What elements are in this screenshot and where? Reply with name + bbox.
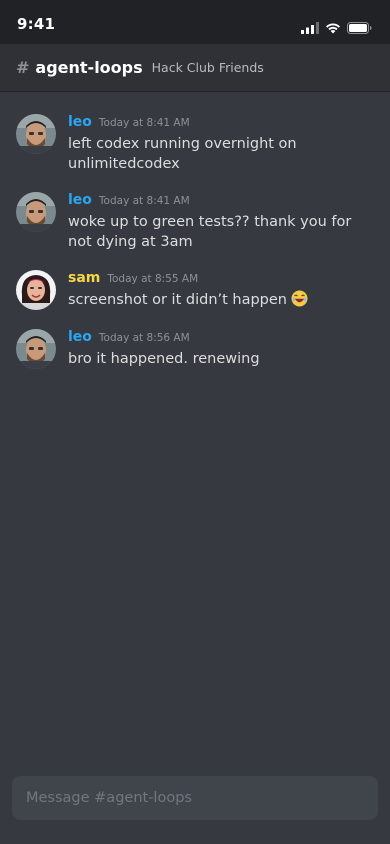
- timestamp: Today at 8:56 AM: [98, 332, 190, 344]
- author-name[interactable]: leo: [68, 192, 92, 208]
- message-body: leo Today at 8:41 AM woke up to green te…: [68, 192, 368, 252]
- message-text: woke up to green tests?? thank you for n…: [68, 214, 352, 250]
- message-text: screenshot or it didn’t happen: [68, 290, 368, 313]
- message-meta: sam Today at 8:55 AM: [68, 270, 368, 288]
- composer-bar: [0, 766, 390, 844]
- message-body: sam Today at 8:55 AM screenshot or it di…: [68, 270, 368, 313]
- status-time: 9:41: [17, 15, 56, 33]
- message-input[interactable]: [12, 776, 378, 820]
- author-name[interactable]: sam: [68, 270, 100, 286]
- timestamp: Today at 8:41 AM: [98, 117, 190, 129]
- wifi-icon: [325, 22, 341, 34]
- avatar-leo[interactable]: [16, 192, 56, 232]
- timestamp: Today at 8:55 AM: [107, 273, 199, 285]
- message-body: leo Today at 8:56 AM bro it happened. re…: [68, 329, 368, 369]
- message-text-content: screenshot or it didn’t happen: [68, 292, 288, 308]
- message-meta: leo Today at 8:56 AM: [68, 329, 368, 347]
- message-meta: leo Today at 8:41 AM: [68, 192, 368, 210]
- status-icons: [301, 20, 372, 36]
- avatar-leo[interactable]: [16, 114, 56, 154]
- author-name[interactable]: leo: [68, 329, 92, 345]
- channel-name[interactable]: agent-loops: [35, 58, 142, 77]
- avatar-leo[interactable]: [16, 329, 56, 369]
- message-body: leo Today at 8:41 AM left codex running …: [68, 114, 368, 174]
- cellular-signal-icon: [301, 22, 319, 34]
- server-name: Hack Club Friends: [151, 60, 264, 75]
- author-name[interactable]: leo: [68, 114, 92, 130]
- laughing-face-emoji-icon: [291, 290, 308, 313]
- channel-hash-icon: #: [16, 58, 30, 77]
- timestamp: Today at 8:41 AM: [98, 195, 190, 207]
- message-text: bro it happened. renewing: [68, 351, 260, 367]
- status-bar: 9:41: [0, 0, 390, 44]
- channel-header: # agent-loops Hack Club Friends: [0, 44, 390, 92]
- avatar-sam[interactable]: [16, 270, 56, 310]
- battery-icon: [347, 22, 372, 34]
- message-meta: leo Today at 8:41 AM: [68, 114, 368, 132]
- message-text: left codex running overnight on unlimite…: [68, 136, 297, 172]
